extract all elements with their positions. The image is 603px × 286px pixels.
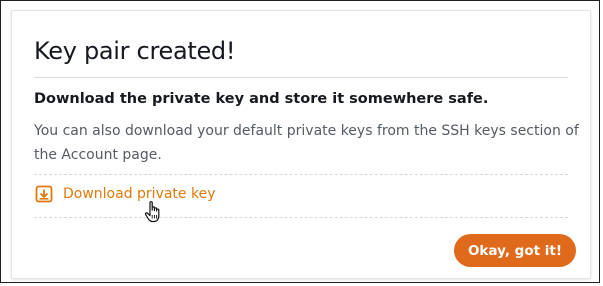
dotted-divider (34, 217, 568, 218)
hand-pointer-icon (144, 200, 164, 224)
key-pair-created-dialog: Key pair created! Download the private k… (11, 10, 591, 279)
download-icon (35, 185, 53, 203)
okay-got-it-button[interactable]: Okay, got it! (453, 234, 576, 267)
title-divider (34, 77, 568, 78)
screenshot-frame: Key pair created! Download the private k… (0, 0, 600, 283)
download-link-label: Download private key (63, 186, 216, 202)
dialog-body-text: You can also download your default priva… (34, 123, 579, 163)
dialog-title: Key pair created! (34, 37, 236, 65)
download-private-key-link[interactable]: Download private key (35, 185, 216, 203)
dialog-subheading: Download the private key and store it so… (34, 91, 489, 107)
dotted-divider (34, 174, 568, 175)
